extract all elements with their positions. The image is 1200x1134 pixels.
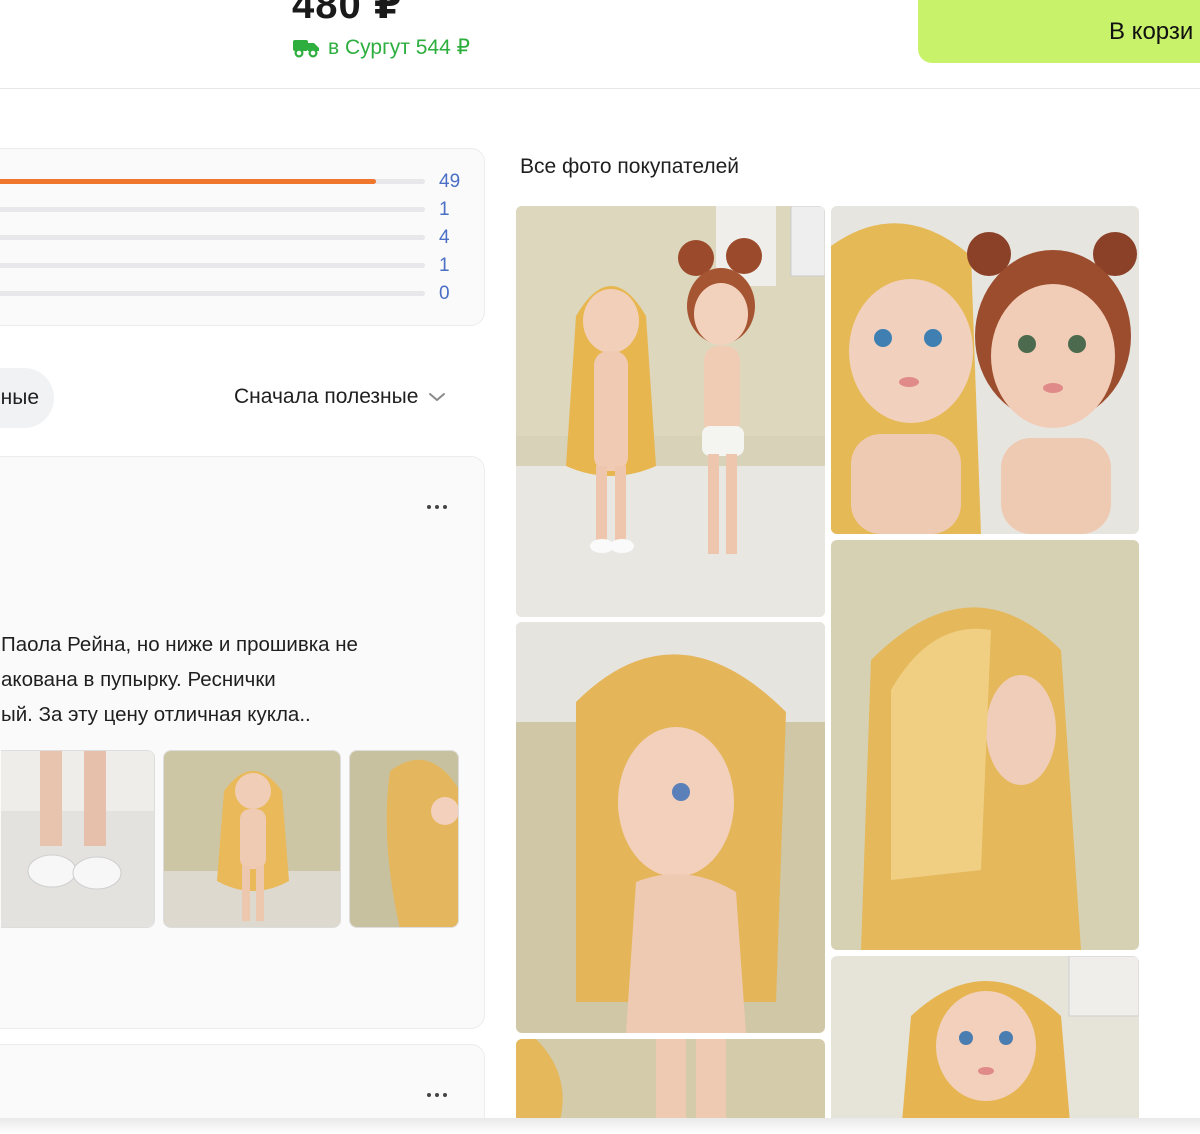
bottom-edge xyxy=(0,1118,1200,1134)
doll-portrait-photo[interactable] xyxy=(831,956,1139,1134)
header-divider xyxy=(0,88,1200,89)
review-text-line: ый. За эту цену отличная кукла.. xyxy=(1,703,311,726)
add-to-cart-button[interactable]: В корзи xyxy=(918,0,1200,63)
review-text: Паола Рейна, но ниже и прошивка не акова… xyxy=(1,627,446,732)
rating-histogram: 49 1 4 1 0 xyxy=(0,148,485,326)
truck-icon xyxy=(293,40,319,58)
rating-count: 1 xyxy=(439,199,450,220)
delivery-text: в Сургут 544 ₽ xyxy=(328,35,470,59)
doll-shoes-photo[interactable] xyxy=(1,750,155,928)
delivery-info[interactable]: в Сургут 544 ₽ xyxy=(292,32,470,62)
rating-bar-fill xyxy=(0,179,377,184)
doll-side-photo[interactable] xyxy=(349,750,459,928)
rating-count: 4 xyxy=(439,227,450,248)
sort-label: Сначала полезные xyxy=(234,385,419,408)
product-price: 480 ₽ xyxy=(292,0,403,27)
more-icon[interactable] xyxy=(427,1090,451,1100)
two-dolls-closeup-photo[interactable] xyxy=(831,206,1139,534)
two-dolls-photo[interactable] xyxy=(516,206,825,617)
doll-profile-photo[interactable] xyxy=(516,622,825,1033)
rating-count: 1 xyxy=(439,255,450,276)
sort-dropdown[interactable]: Сначала полезные xyxy=(234,382,446,412)
rating-row-3[interactable]: 4 xyxy=(0,227,486,248)
rating-row-4[interactable]: 1 xyxy=(0,199,486,220)
doll-hair-photo[interactable] xyxy=(831,540,1139,950)
review-card: Паола Рейна, но ниже и прошивка не акова… xyxy=(0,456,485,1029)
rating-row-2[interactable]: 1 xyxy=(0,255,486,276)
rating-count: 49 xyxy=(439,171,461,192)
review-photos xyxy=(1,750,477,928)
rating-row-1[interactable]: 0 xyxy=(0,283,486,304)
rating-count: 0 xyxy=(439,283,450,304)
gallery-title: Все фото покупателей xyxy=(520,155,740,178)
more-icon[interactable] xyxy=(427,502,451,512)
rating-row-5[interactable]: 49 xyxy=(0,171,486,192)
chevron-down-icon xyxy=(429,393,446,401)
doll-full-photo[interactable] xyxy=(163,750,341,928)
review-text-line: Паола Рейна, но ниже и прошивка не xyxy=(1,633,358,656)
filter-chip[interactable]: ные xyxy=(0,368,54,428)
review-text-line: акована в пупырку. Реснички xyxy=(1,668,276,691)
